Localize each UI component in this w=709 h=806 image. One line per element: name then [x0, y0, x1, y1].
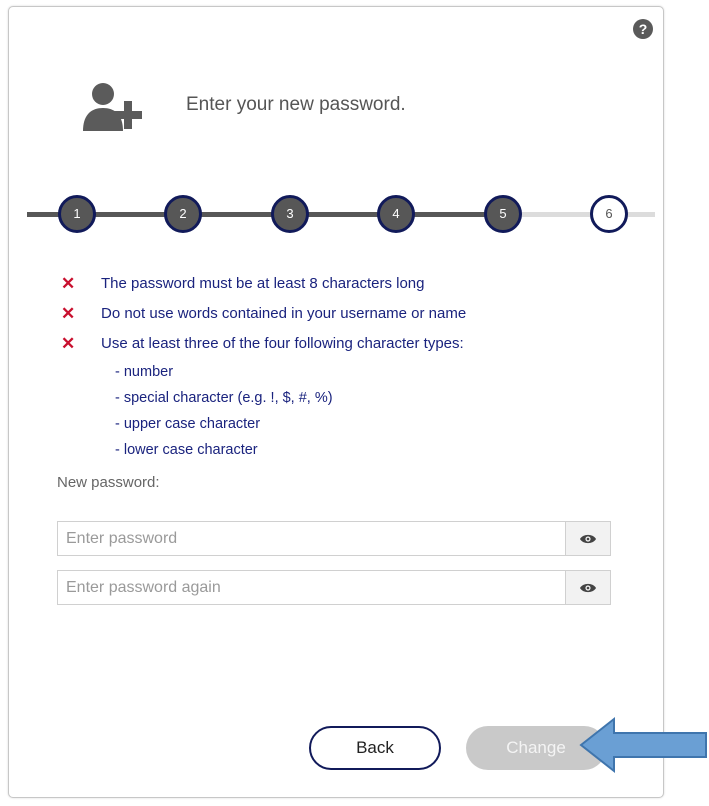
- step-2: 2: [164, 195, 202, 233]
- eye-icon: [580, 534, 596, 543]
- page-title: Enter your new password.: [186, 94, 406, 115]
- progress-stepper: 1 2 3 4 5 6: [27, 187, 655, 243]
- new-password-label: New password:: [57, 474, 160, 491]
- back-button[interactable]: Back: [309, 726, 441, 770]
- type-upper: - upper case character: [115, 416, 261, 432]
- show-password-button[interactable]: [565, 521, 611, 556]
- password-field-group: [57, 521, 611, 556]
- type-lower: - lower case character: [115, 442, 258, 458]
- cross-icon: ✕: [61, 304, 76, 323]
- type-special: - special character (e.g. !, $, #, %): [115, 390, 333, 406]
- show-password-again-button[interactable]: [565, 570, 611, 605]
- rule-text: The password must be at least 8 characte…: [101, 275, 425, 292]
- step-6: 6: [590, 195, 628, 233]
- password-input[interactable]: [57, 521, 565, 556]
- eye-icon: [580, 583, 596, 592]
- rule-text: Do not use words contained in your usern…: [101, 305, 467, 322]
- step-1: 1: [58, 195, 96, 233]
- stepper-track-completed: [27, 212, 505, 217]
- password-rules: ✕ The password must be at least 8 charac…: [61, 269, 621, 463]
- pointer-arrow-icon: [579, 716, 707, 774]
- cross-icon: ✕: [61, 334, 76, 353]
- cross-icon: ✕: [61, 274, 76, 293]
- step-4: 4: [377, 195, 415, 233]
- rule-character-types: ✕ Use at least three of the four followi…: [61, 329, 621, 359]
- rule-text: Use at least three of the four following…: [101, 335, 464, 352]
- password-again-field-group: [57, 570, 611, 605]
- type-number: - number: [115, 364, 174, 380]
- add-user-icon: [83, 83, 142, 131]
- password-again-input[interactable]: [57, 570, 565, 605]
- help-icon[interactable]: ?: [633, 19, 653, 39]
- rule-no-username: ✕ Do not use words contained in your use…: [61, 299, 621, 329]
- password-dialog: ? Enter your new password. 1 2 3 4 5 6 ✕…: [8, 6, 664, 798]
- step-3: 3: [271, 195, 309, 233]
- rule-min-length: ✕ The password must be at least 8 charac…: [61, 269, 621, 299]
- step-5: 5: [484, 195, 522, 233]
